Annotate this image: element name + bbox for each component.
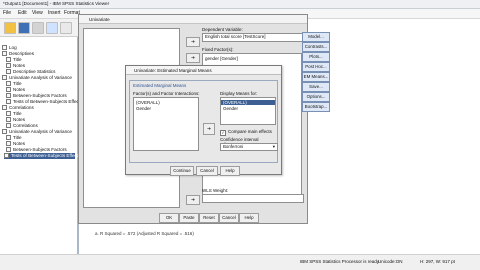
- ok-button[interactable]: OK: [159, 213, 179, 223]
- toolbar: [0, 19, 80, 37]
- output-footnote: a. R Squared = .572 (Adjusted R Squared …: [95, 231, 194, 236]
- status-coords: H: 297, W: 917 pt: [420, 259, 455, 264]
- menu-file[interactable]: File: [3, 10, 11, 16]
- move-display-means-button[interactable]: ➔: [203, 123, 215, 135]
- paste-button[interactable]: Paste: [179, 213, 199, 223]
- contrasts-button[interactable]: Contrasts...: [302, 42, 330, 52]
- chevron-down-icon: ▾: [272, 144, 275, 149]
- display-means-list[interactable]: (OVERALL) Gender: [220, 97, 276, 125]
- plots-button[interactable]: Plots...: [302, 52, 330, 62]
- help-button[interactable]: Help: [220, 166, 240, 176]
- wls-weight-label: WLS Weight:: [202, 188, 229, 193]
- post-hoc-button[interactable]: Post Hoc...: [302, 62, 330, 72]
- factors-label: Factor(s) and Factor Interactions:: [133, 91, 200, 96]
- help-button[interactable]: Help: [239, 213, 259, 223]
- outline-item-icon: [6, 117, 11, 123]
- save-button[interactable]: Save...: [302, 82, 330, 92]
- outline-item-icon: [6, 57, 11, 63]
- emm-dialog: Univariate: Estimated Marginal Means Est…: [125, 65, 282, 176]
- status-processor: IBM SPSS Statistics Processor is ready: [300, 259, 380, 264]
- output-outline: Log Descriptives Title Notes Descriptive…: [0, 37, 82, 254]
- display-means-label: Display Means for:: [220, 91, 258, 96]
- outline-item-icon: [6, 135, 11, 141]
- continue-button[interactable]: Continue: [170, 166, 194, 176]
- outline-item-selected[interactable]: Tests of Between-Subjects Effects: [4, 153, 80, 159]
- move-fixed-factor-button[interactable]: ➔: [186, 53, 200, 63]
- display-item-selected[interactable]: (OVERALL): [221, 100, 275, 105]
- emm-title: Univariate: Estimated Marginal Means: [126, 66, 281, 75]
- cancel-button[interactable]: Cancel: [219, 213, 239, 223]
- outline-item-icon: [6, 147, 11, 153]
- outline-item-icon: [6, 141, 11, 147]
- recall-dialog-icon[interactable]: [46, 22, 58, 34]
- outline-item-icon: [6, 93, 11, 99]
- univariate-title: Univariate: [79, 15, 307, 24]
- em-means-button[interactable]: EM Means...: [302, 72, 330, 82]
- emm-group: Estimated Marginal Means Factor(s) and F…: [129, 80, 278, 163]
- save-icon[interactable]: [18, 22, 30, 34]
- window-title: *Output1 [Document1] - IBM SPSS Statisti…: [3, 1, 110, 6]
- fixed-factors-label: Fixed Factor(s):: [202, 47, 234, 52]
- move-wls-button[interactable]: ➔: [186, 195, 200, 205]
- outline-item-icon: [2, 105, 7, 111]
- compare-main-effects-label: Compare main effects: [228, 129, 272, 134]
- cancel-button[interactable]: Cancel: [196, 166, 218, 176]
- outline-item-icon: [6, 63, 11, 69]
- menu-insert[interactable]: Insert: [48, 10, 61, 16]
- menu-view[interactable]: View: [32, 10, 43, 16]
- outline-item-icon: [2, 45, 7, 51]
- outline-item-icon: [6, 111, 11, 117]
- emm-group-title: Estimated Marginal Means: [133, 83, 187, 88]
- dependent-variable-field[interactable]: English total score [TestScore]: [202, 33, 304, 42]
- factor-item[interactable]: (OVERALL): [136, 100, 160, 105]
- model-button[interactable]: Model...: [302, 32, 330, 42]
- dependent-variable-label: Dependent Variable:: [202, 27, 243, 32]
- wls-weight-field[interactable]: [202, 194, 304, 203]
- status-unicode: Unicode:ON: [378, 259, 403, 264]
- factors-list[interactable]: (OVERALL) Gender: [133, 97, 199, 151]
- outline-item-icon: [6, 69, 11, 75]
- undo-icon[interactable]: [60, 22, 72, 34]
- status-bar: IBM SPSS Statistics Processor is ready U…: [0, 254, 480, 270]
- compare-main-effects-checkbox[interactable]: ✓: [220, 130, 226, 136]
- outline-item-icon: [6, 123, 11, 129]
- outline-item-icon: [6, 99, 11, 105]
- outline-item-icon: [2, 75, 7, 81]
- open-icon[interactable]: [4, 22, 16, 34]
- window-titlebar: *Output1 [Document1] - IBM SPSS Statisti…: [0, 0, 480, 9]
- outline-item-icon: [2, 51, 7, 57]
- move-dependent-button[interactable]: ➔: [186, 37, 200, 47]
- factor-item[interactable]: Gender: [136, 106, 151, 111]
- bootstrap-button[interactable]: Bootstrap...: [302, 102, 330, 112]
- reset-button[interactable]: Reset: [199, 213, 219, 223]
- outline-item-icon: [6, 81, 11, 87]
- outline-item-icon: [2, 129, 7, 135]
- print-icon[interactable]: [32, 22, 44, 34]
- outline-item-icon: [6, 87, 11, 93]
- display-item[interactable]: Gender: [223, 106, 238, 111]
- options-button[interactable]: Options...: [302, 92, 330, 102]
- fixed-factor-item[interactable]: gender [Gender]: [205, 56, 238, 61]
- outline-item-icon: [4, 153, 9, 159]
- menu-edit[interactable]: Edit: [18, 10, 27, 16]
- ci-adjustment-select[interactable]: Bonferroni ▾: [220, 143, 278, 151]
